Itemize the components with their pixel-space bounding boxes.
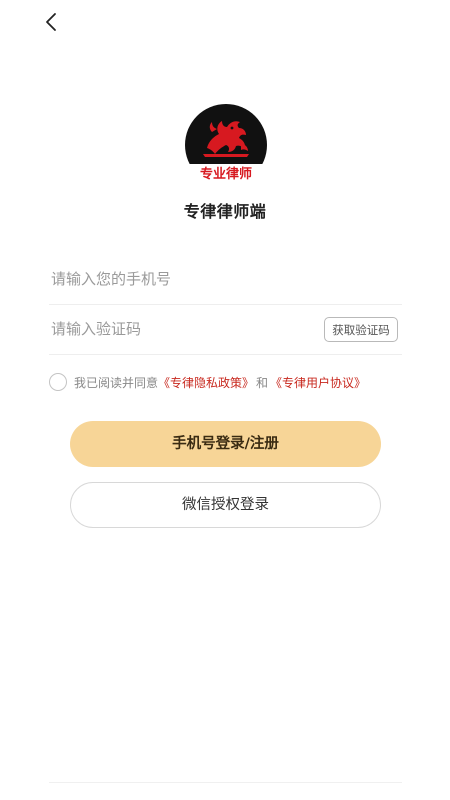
bottom-divider [49, 782, 402, 783]
agreement-checkbox[interactable] [49, 373, 67, 391]
phone-login-button[interactable]: 手机号登录/注册 [70, 421, 381, 467]
agreement-row: 我已阅读并同意 《专律隐私政策》 和 《专律用户协议》 [49, 372, 366, 392]
login-screen: 专业律师 专律律师端 获取验证码 我已阅读并同意 《专律隐私政策》 和 《专律用… [0, 0, 450, 800]
app-title: 专律律师端 [183, 202, 267, 221]
phone-input[interactable] [49, 254, 311, 304]
wechat-login-button[interactable]: 微信授权登录 [70, 482, 381, 528]
agreement-prefix: 我已阅读并同意 [74, 375, 159, 390]
verification-code-field: 获取验证码 [49, 304, 402, 355]
agreement-conjunction: 和 [256, 375, 269, 390]
get-code-button[interactable]: 获取验证码 [324, 317, 398, 342]
verification-code-input[interactable] [49, 304, 311, 354]
app-logo: 专业律师 [185, 104, 267, 186]
privacy-policy-link[interactable]: 《专律隐私政策》 [158, 374, 254, 391]
user-agreement-link[interactable]: 《专律用户协议》 [270, 374, 366, 391]
logo-text: 专业律师 [200, 166, 252, 182]
chevron-left-icon[interactable] [40, 10, 64, 34]
phone-field [49, 254, 402, 305]
